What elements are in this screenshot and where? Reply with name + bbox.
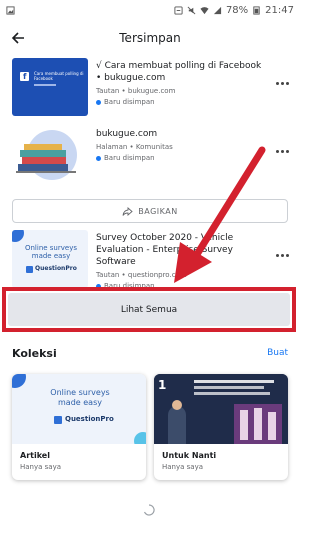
page-thumbnail[interactable] xyxy=(12,126,88,184)
more-options-icon xyxy=(275,253,279,257)
collection-name: Untuk Nanti xyxy=(162,451,217,460)
new-dot-icon xyxy=(96,155,101,161)
page-title: Tersimpan xyxy=(119,31,181,45)
back-button[interactable] xyxy=(8,28,28,48)
link-thumbnail[interactable]: f Cara membuat polling di Facebook xyxy=(12,58,88,116)
battery-icon xyxy=(253,5,260,15)
share-label: BAGIKAN xyxy=(138,206,178,216)
saved-item-status-label: Baru disimpan xyxy=(104,154,155,162)
see-all-highlight-box: Lihat Semua xyxy=(2,287,296,332)
app-bar: Tersimpan xyxy=(0,22,300,54)
saved-item-meta: Tautan • questionpro.com xyxy=(96,271,187,279)
collections-header: Koleksi Buat xyxy=(12,347,288,363)
collection-thumbnail: 1 xyxy=(154,374,288,444)
more-options-dot xyxy=(285,253,289,257)
more-options-icon xyxy=(275,149,279,153)
new-dot-icon xyxy=(96,99,101,105)
more-options-button[interactable] xyxy=(274,78,290,88)
books-illustration xyxy=(16,130,77,180)
share-icon xyxy=(122,206,133,216)
link-thumbnail[interactable]: Online surveys made easy QuestionPro xyxy=(12,230,88,288)
more-options-button[interactable] xyxy=(274,250,290,260)
battery-percentage: 78% xyxy=(225,4,249,16)
notification-icon xyxy=(174,5,183,15)
see-all-label: Lihat Semua xyxy=(120,304,178,315)
saved-item-title[interactable]: Survey October 2020 - Vehicle Evaluation… xyxy=(96,232,268,268)
more-options-dot xyxy=(285,149,289,153)
status-bar: 78% 21:47 xyxy=(0,0,300,20)
more-options-button[interactable] xyxy=(274,146,290,156)
collection-thumbnail-caption: Online surveys made easy xyxy=(50,388,110,407)
collection-thumbnail: Online surveys made easy QuestionPro xyxy=(12,374,146,444)
signal-icon xyxy=(213,6,222,14)
collection-card-artikel[interactable]: Online surveys made easy QuestionPro Art… xyxy=(12,374,146,480)
saved-item-meta: Halaman • Komunitas xyxy=(96,143,173,151)
collection-privacy: Hanya saya xyxy=(20,463,62,471)
image-notification-icon xyxy=(6,5,15,15)
more-options-dot xyxy=(280,149,284,153)
create-collection-link[interactable]: Buat xyxy=(267,348,288,358)
mute-icon xyxy=(187,6,196,14)
saved-item-status: Baru disimpan xyxy=(96,153,268,163)
thumbnail-caption: Cara membuat polling di Facebook xyxy=(34,71,84,81)
saved-item-meta: Tautan • bukugue.com xyxy=(96,87,176,95)
collection-privacy: Hanya saya xyxy=(162,463,204,471)
clock: 21:47 xyxy=(265,4,294,16)
see-all-button[interactable]: Lihat Semua xyxy=(8,293,290,326)
saved-item-title[interactable]: √ Cara membuat polling di Facebook • buk… xyxy=(96,60,268,84)
collection-card-untuk-nanti[interactable]: 1 Untuk Nanti Hanya saya xyxy=(154,374,288,480)
more-options-icon xyxy=(275,81,279,85)
loading-spinner-icon xyxy=(143,504,155,516)
wifi-icon xyxy=(200,6,209,14)
collection-name: Artikel xyxy=(20,451,50,460)
collection-thumbnail-brand: QuestionPro xyxy=(65,415,114,423)
collections-title: Koleksi xyxy=(12,347,57,360)
thumbnail-brand: QuestionPro xyxy=(35,265,77,272)
more-options-dot xyxy=(285,81,289,85)
more-options-dot xyxy=(280,253,284,257)
share-button[interactable]: BAGIKAN xyxy=(12,199,288,223)
more-options-dot xyxy=(280,81,284,85)
back-arrow-icon xyxy=(11,32,24,44)
saved-item-title[interactable]: bukugue.com xyxy=(96,128,268,140)
saved-item-status-label: Baru disimpan xyxy=(104,98,155,106)
saved-item-status: Baru disimpan xyxy=(96,97,268,107)
saved-item[interactable]: f Cara membuat polling di Facebook √ Car… xyxy=(0,58,300,128)
thumbnail-caption: Online surveys made easy xyxy=(24,244,77,260)
saved-item[interactable]: bukugue.com Halaman • Komunitas Baru dis… xyxy=(0,126,300,196)
